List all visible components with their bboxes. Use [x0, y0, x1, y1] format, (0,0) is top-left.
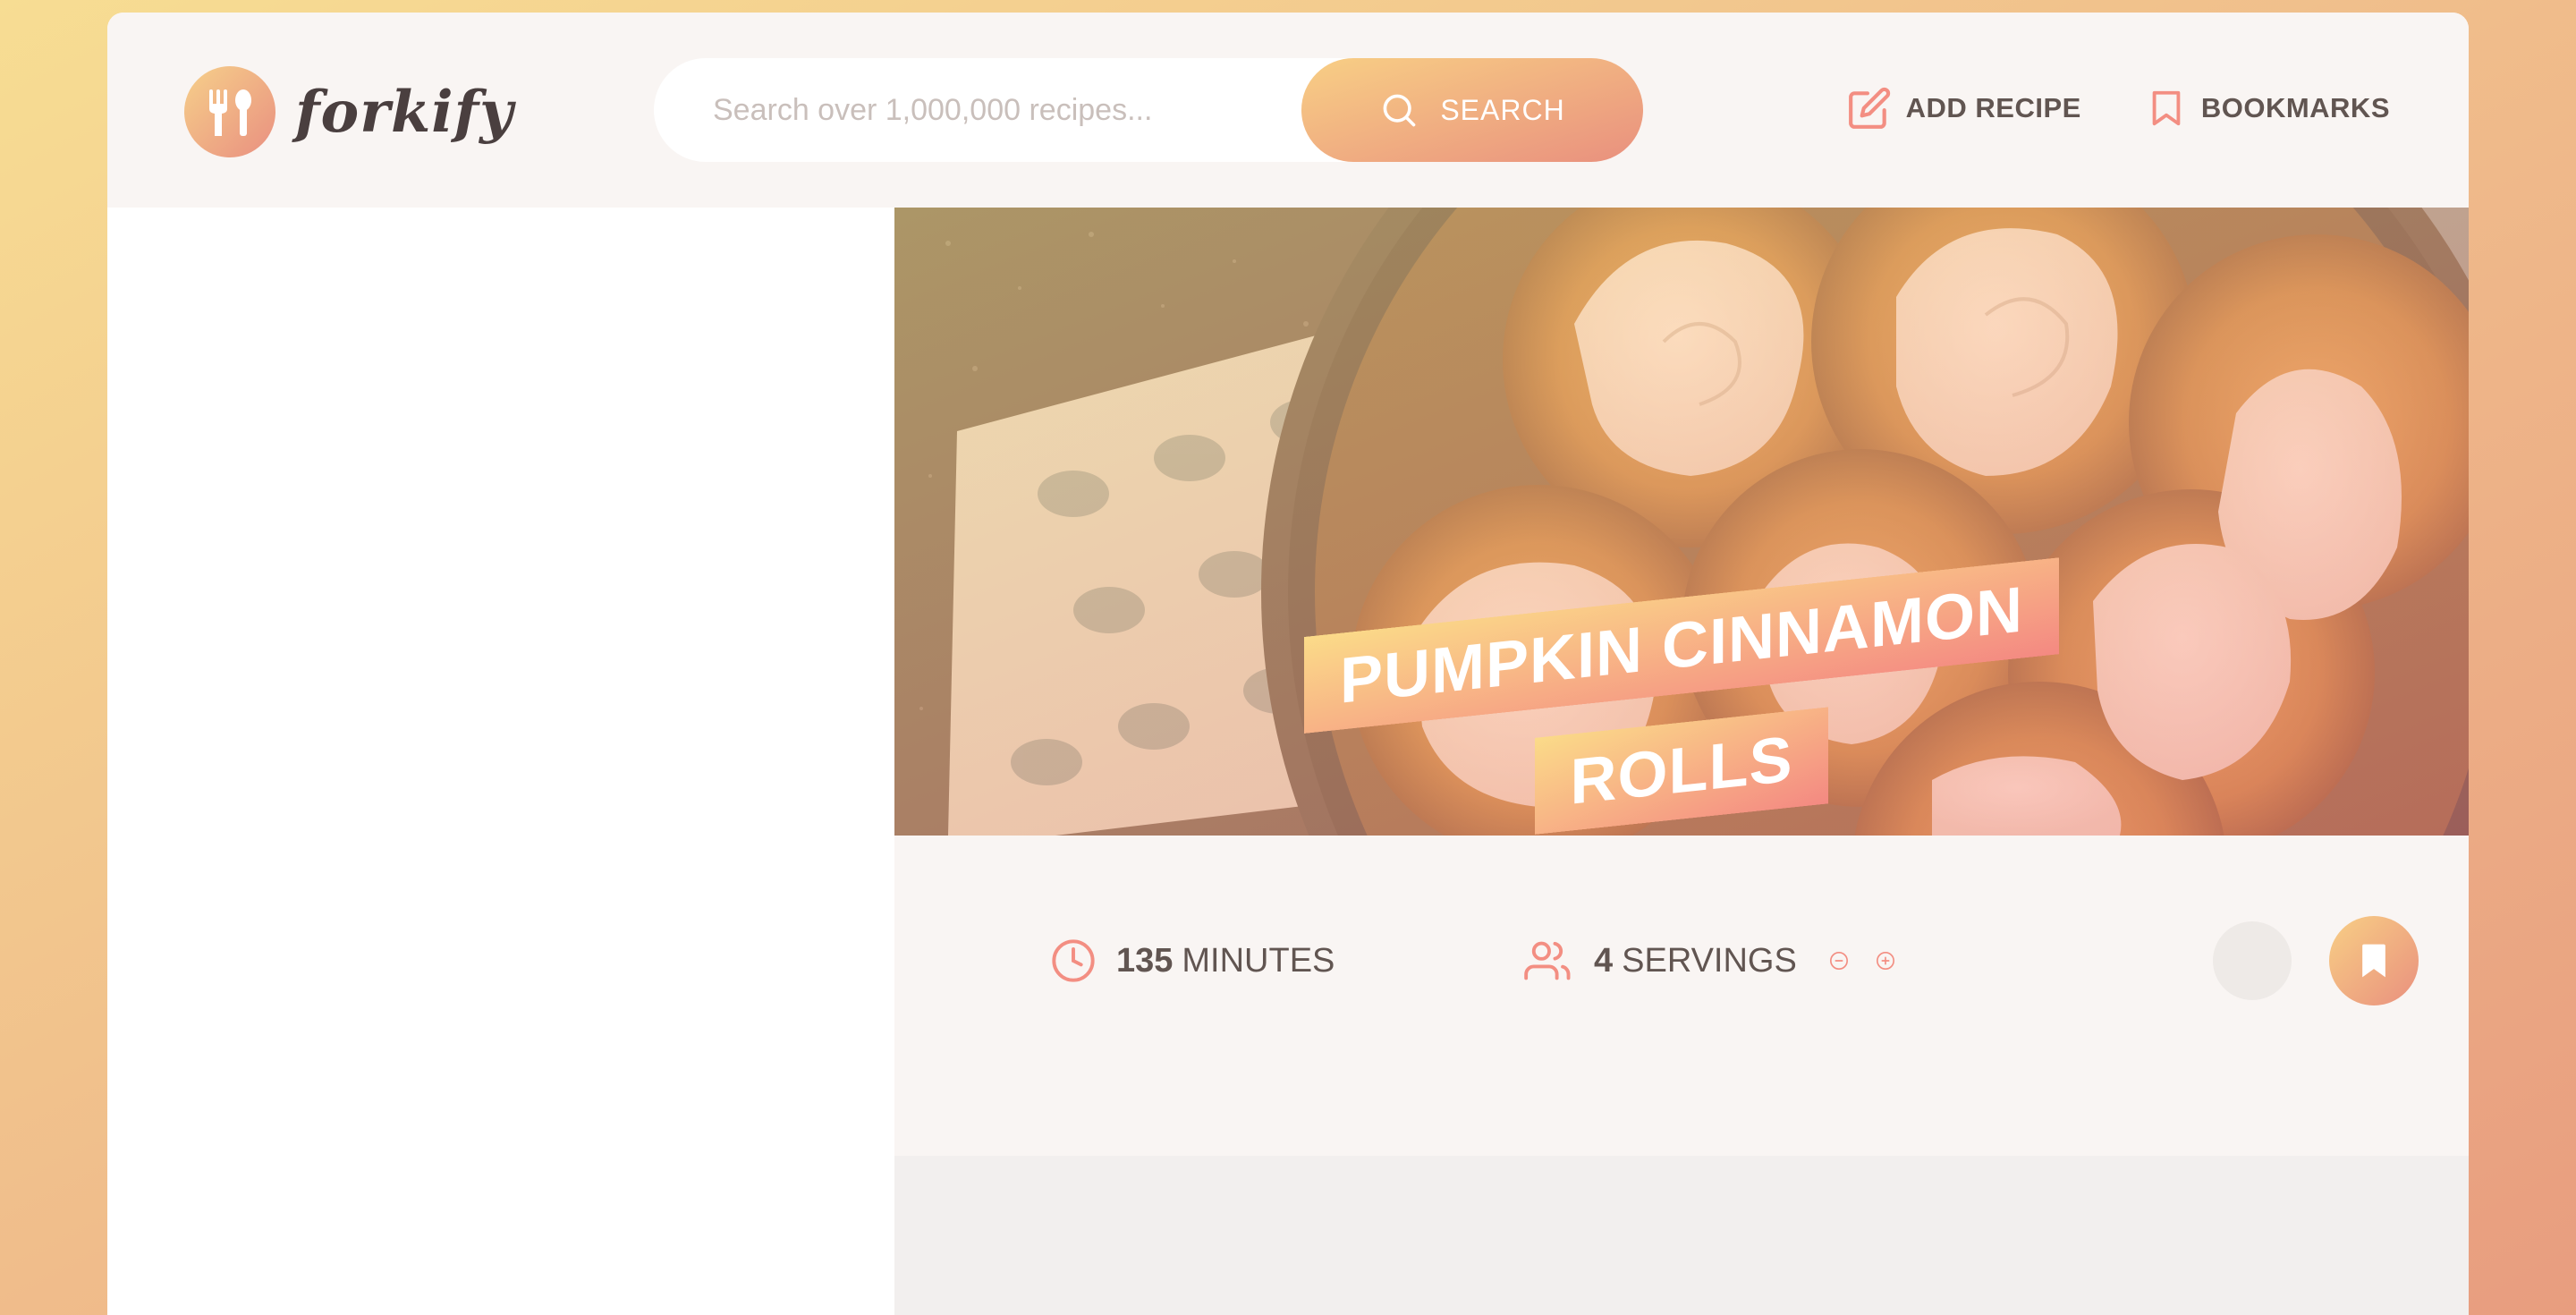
- minus-circle-icon: [1829, 952, 1848, 970]
- logo-text: forkify: [295, 78, 514, 146]
- bookmarks-button[interactable]: BOOKMARKS: [2146, 86, 2390, 131]
- servings-controls: [1829, 941, 1915, 980]
- increase-servings-button[interactable]: [1876, 941, 1915, 980]
- plus-circle-icon: [1876, 952, 1894, 970]
- fork-spoon-icon: [184, 66, 275, 157]
- logo[interactable]: forkify: [184, 66, 513, 157]
- user-generated-indicator: [2213, 921, 2292, 1000]
- recipe-ingredients: RECIPE INGREDIENTS: [894, 1156, 2469, 1315]
- search-form: SEARCH: [654, 58, 1643, 162]
- servings-unit: SERVINGS: [1622, 941, 1797, 980]
- search-input[interactable]: [713, 92, 1303, 128]
- decrease-servings-button[interactable]: [1829, 941, 1868, 980]
- bookmark-fill-icon: [2362, 944, 2385, 978]
- bookmark-recipe-button[interactable]: [2329, 916, 2419, 1005]
- recipe-figure: PUMPKIN CINNAMON ROLLS: [894, 208, 2469, 836]
- add-recipe-button[interactable]: ADD RECIPE: [1847, 86, 2081, 131]
- header: forkify SEARCH ADD RECIPE: [107, 13, 2469, 208]
- cooking-time-value: 135: [1116, 941, 1174, 980]
- recipe-info-time: 135 MINUTES: [1050, 925, 1335, 997]
- recipe-info-servings: 4 SERVINGS: [1524, 925, 1915, 997]
- add-recipe-label: ADD RECIPE: [1905, 92, 2081, 123]
- recipe-view: PUMPKIN CINNAMON ROLLS 135 MINUTES 4 SER…: [894, 208, 2469, 1315]
- ingredients-heading: RECIPE INGREDIENTS: [894, 1308, 2469, 1315]
- header-nav: ADD RECIPE BOOKMARKS: [1847, 86, 2390, 131]
- servings-value: 4: [1594, 941, 1614, 980]
- bookmark-icon: [2152, 90, 2181, 126]
- bookmarks-label: BOOKMARKS: [2200, 92, 2390, 123]
- users-icon: [1524, 941, 1571, 980]
- cooking-time-unit: MINUTES: [1182, 941, 1335, 980]
- app-container: forkify SEARCH ADD RECIPE: [107, 13, 2469, 1315]
- edit-icon: [1848, 87, 1890, 129]
- search-results-sidebar: [107, 208, 894, 1315]
- search-button[interactable]: SEARCH: [1301, 58, 1643, 162]
- search-button-label: SEARCH: [1440, 93, 1565, 126]
- clock-icon: [1052, 939, 1095, 982]
- search-icon: [1383, 94, 1416, 127]
